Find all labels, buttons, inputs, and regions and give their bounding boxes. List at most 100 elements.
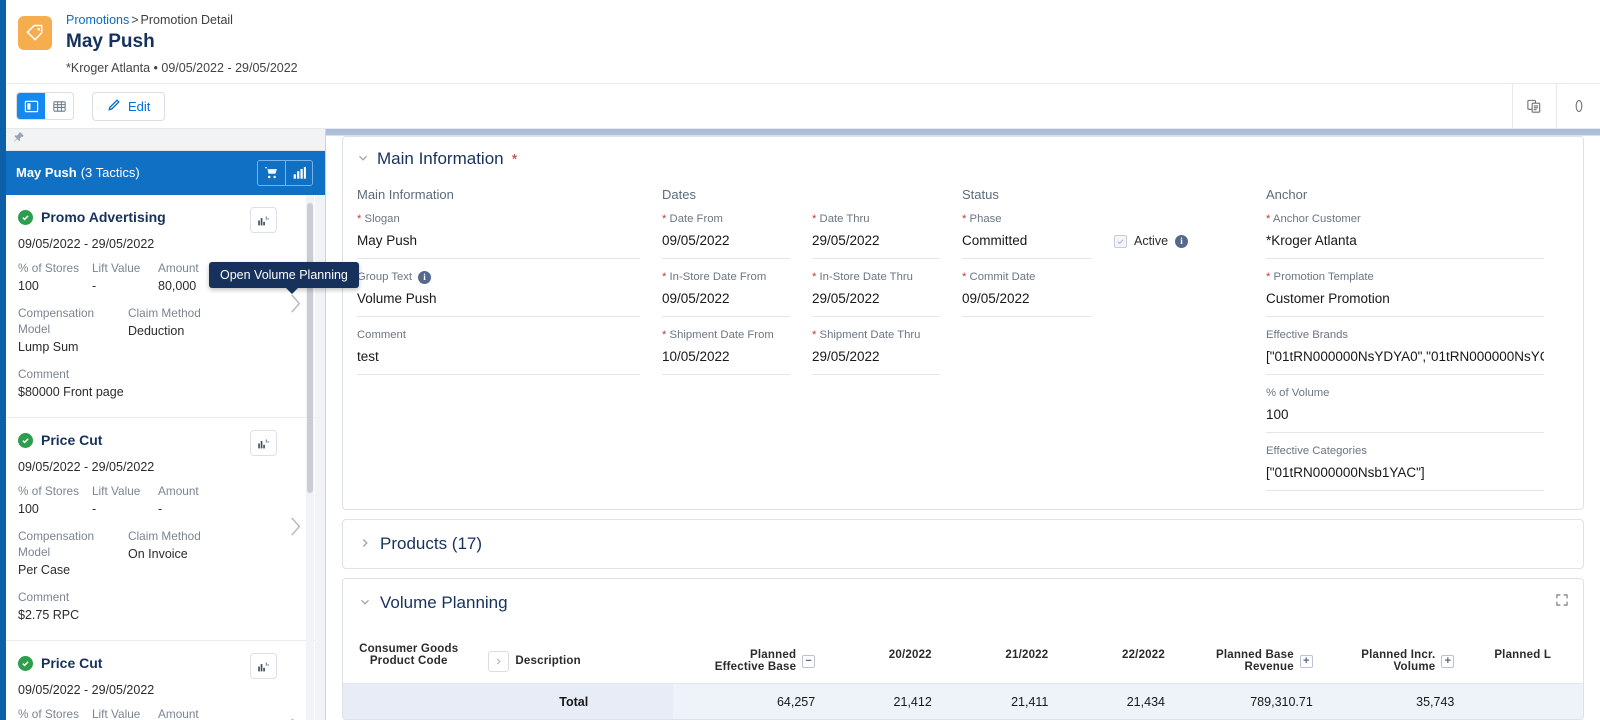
chevron-right-icon[interactable] [359,537,371,551]
field-effective-categories[interactable]: Effective Categories ["01tRN000000Nsb1YA… [1266,444,1566,491]
active-checkbox[interactable] [1114,234,1127,248]
chevron-down-icon[interactable] [359,596,371,610]
tactic-title: Promo Advertising [41,209,166,225]
column-header-product-code[interactable]: Consumer Goods Product Code [343,627,481,684]
info-icon[interactable]: i [418,271,432,284]
column-header-planned-incr-volume[interactable]: Planned Incr. Volume + [1326,627,1469,684]
cell-week-22: 21,434 [1062,683,1179,719]
grid-view-icon[interactable] [45,93,73,119]
tactic-chart-icon[interactable] [250,430,277,456]
expand-column-icon[interactable]: + [1441,654,1455,668]
field-value: 29/05/2022 [812,285,940,317]
list-item[interactable]: Price Cut 09/05/2022 - 29/05/2022 % of S… [0,418,315,641]
panel-view-icon[interactable] [17,93,45,119]
collapse-icon[interactable] [1556,84,1600,128]
status-check-icon [18,655,33,671]
products-panel[interactable]: Products (17) [342,519,1584,569]
expand-column-icon[interactable]: + [1299,654,1313,668]
column-header-label: Planned Incr. Volume [1361,649,1436,673]
info-icon[interactable]: i [1175,234,1189,248]
sidebar-scrollbar-thumb[interactable] [307,203,313,493]
expand-description-icon[interactable] [488,650,510,672]
field-date-from[interactable]: * Date From 09/05/2022 [662,212,812,259]
field-effective-brands[interactable]: Effective Brands ["01tRN000000NsYDYA0","… [1266,328,1566,375]
list-item[interactable]: Price Cut 09/05/2022 - 29/05/2022 % of S… [0,641,315,720]
page-section-title: Main Information [377,149,504,168]
volume-planning-title: Volume Planning [380,593,508,612]
field-phase[interactable]: * Phase Committed [962,212,1114,259]
expand-icon[interactable] [1555,593,1569,612]
tactic-open-chevron[interactable] [287,291,303,322]
field-value: 09/05/2022 [662,285,790,317]
value-lift: - [92,502,97,516]
tactic-open-chevron[interactable] [287,714,303,720]
volume-planning-panel: Volume Planning Consumer Goods Product C… [342,578,1584,720]
field-label: Comment [357,329,406,341]
field-label: Date From [669,213,723,225]
field-label: Phase [969,213,1002,225]
field-shipment-date-from[interactable]: * Shipment Date From 10/05/2022 [662,328,812,375]
value-claim-method: On Invoice [128,547,188,561]
view-toggle-group [16,92,74,120]
collapse-column-icon[interactable]: − [802,654,816,668]
label-lift: Lift Value [92,707,141,720]
column-header-week-21[interactable]: 21/2022 [945,627,1063,684]
pencil-icon [107,98,121,115]
volume-planning-header[interactable]: Volume Planning [343,579,1583,627]
field-active[interactable]: Active i [1114,234,1266,248]
field-pct-of-volume[interactable]: % of Volume 100 [1266,386,1566,433]
breadcrumb-link-promotions[interactable]: Promotions [66,13,129,27]
label-stores: % of Stores [18,484,79,498]
field-label: In-Store Date Thru [819,271,913,283]
field-promotion-template[interactable]: * Promotion Template Customer Promotion [1266,270,1566,317]
column-header-week-22[interactable]: 22/2022 [1062,627,1179,684]
field-value: 29/05/2022 [812,343,940,375]
tactic-chart-icon[interactable] [250,653,277,679]
tooltip: Open Volume Planning [209,262,359,294]
dates-thru-column: * Date Thru 29/05/2022 * In-Store Date T… [812,212,962,491]
main-information-header[interactable]: Main Information * [343,137,1583,173]
field-instore-date-thru[interactable]: * In-Store Date Thru 29/05/2022 [812,270,962,317]
action-bar-right-icons [1512,84,1600,128]
table-row[interactable]: Total 64,257 21,412 21,411 21,434 789,31… [343,683,1583,719]
field-shipment-date-thru[interactable]: * Shipment Date Thru 29/05/2022 [812,328,962,375]
label-lift: Lift Value [92,261,141,275]
clone-record-icon[interactable] [1512,84,1556,128]
tactic-date-range: 09/05/2022 - 29/05/2022 [18,460,155,474]
bar-chart-icon[interactable] [285,161,312,185]
column-header-planned-base-revenue[interactable]: Planned Base Revenue + [1178,627,1327,684]
field-date-thru[interactable]: * Date Thru 29/05/2022 [812,212,962,259]
products-header[interactable]: Products (17) [343,520,1583,568]
value-comp-model: Lump Sum [18,340,79,354]
column-header-description[interactable]: Description [480,627,674,684]
column-header-week-20[interactable]: 20/2022 [829,627,946,684]
column-header-planned-truncated[interactable]: Planned L [1468,627,1583,684]
column-header-anchor: Anchor [1266,187,1308,202]
field-group-text[interactable]: Group Text i Volume Push [357,270,662,317]
label-amount: Amount [158,707,199,720]
field-instore-date-from[interactable]: * In-Store Date From 09/05/2022 [662,270,812,317]
cart-icon[interactable] [258,161,285,185]
field-value: 09/05/2022 [962,285,1092,317]
row-label-total: Total [480,683,674,719]
status-check-icon [18,432,33,448]
cell-planned-effective-base: 64,257 [673,683,830,719]
tactic-chart-icon[interactable] [250,207,277,233]
field-value: Committed [962,227,1092,259]
value-comment: $2.75 RPC [18,608,80,622]
field-commit-date[interactable]: * Commit Date 09/05/2022 [962,270,1114,317]
label-stores: % of Stores [18,707,79,720]
tactic-open-chevron[interactable] [287,514,303,545]
pin-icon[interactable] [12,131,25,149]
chevron-down-icon[interactable] [357,152,369,166]
field-label: Effective Categories [1266,445,1367,457]
field-slogan[interactable]: * Slogan May Push [357,212,662,259]
list-item[interactable]: Promo Advertising 09/05/2022 - 29/05/202… [0,195,315,418]
field-value: *Kroger Atlanta [1266,227,1544,259]
column-header-label: Description [515,655,581,667]
edit-button[interactable]: Edit [92,91,166,121]
field-value: ["01tRN000000NsYDYA0","01tRN000000NsYCYA [1266,343,1544,375]
field-comment[interactable]: Comment test [357,328,662,375]
field-anchor-customer[interactable]: * Anchor Customer *Kroger Atlanta [1266,212,1566,259]
column-header-planned-effective-base[interactable]: Planned Effective Base − [673,627,830,684]
